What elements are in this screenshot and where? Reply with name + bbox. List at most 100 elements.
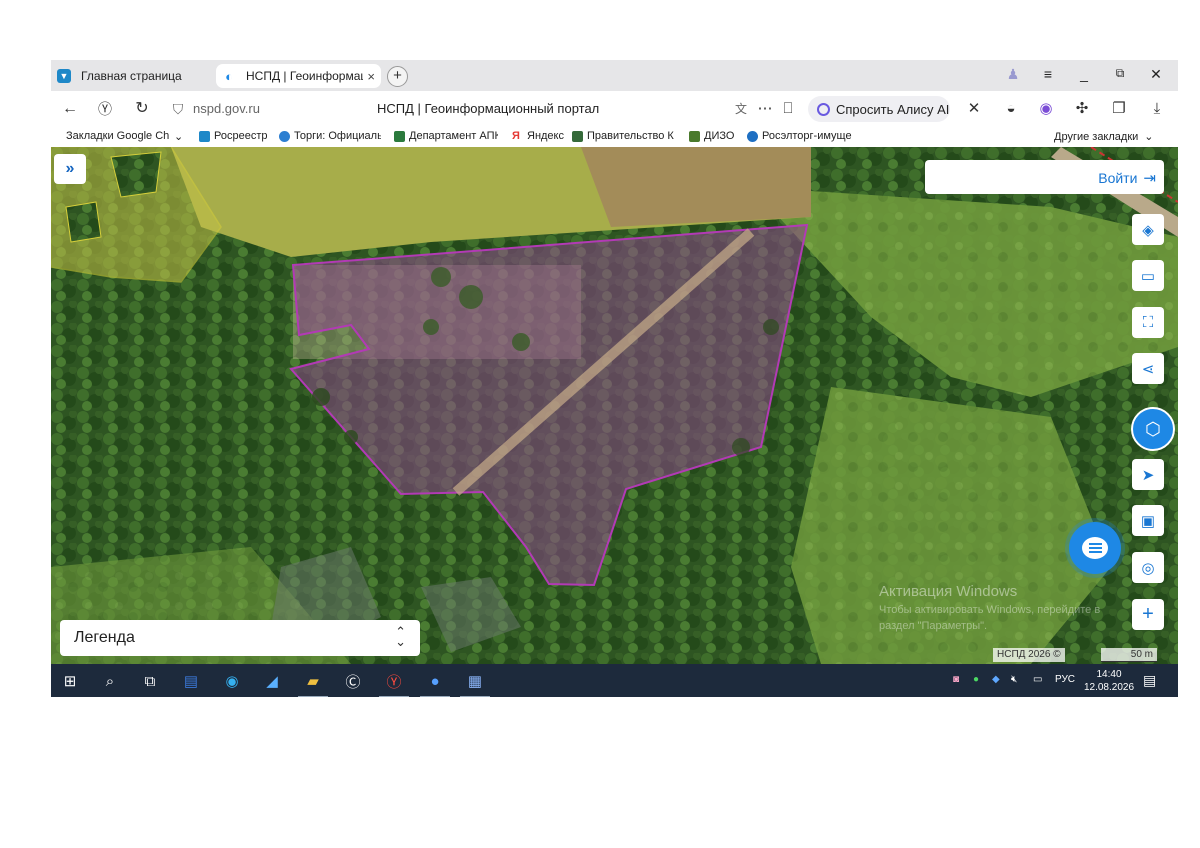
profile-icon[interactable]: ♟ — [1002, 66, 1024, 83]
download-icon[interactable]: ⤓ — [1148, 100, 1166, 118]
new-tab-button[interactable]: + — [387, 66, 408, 87]
volume-muted-icon[interactable]: 🔇︎ — [1011, 674, 1017, 685]
other-bookmarks[interactable]: Другие закладки ⌄ — [1054, 130, 1154, 144]
chat-button[interactable] — [1069, 522, 1121, 574]
location-pin-icon: ◎ — [1141, 559, 1155, 577]
ask-alice-button[interactable]: Спросить Алису AI — [808, 96, 950, 122]
clock-date: 12.08.2026 — [1083, 682, 1135, 693]
layers-button[interactable]: ◈ — [1132, 214, 1164, 245]
system-clock[interactable]: 14:40 12.08.2026 — [1081, 668, 1137, 694]
windows-taskbar: ⊞ ⌕ ⧉ ▤ ◉ ◢ ▰ Ⓒ Ⓨ ● ▦ ◙ ● ◆ 🔇︎ ▭ РУС 14:… — [51, 664, 1178, 697]
nspd-tab-icon: ◐ — [222, 69, 236, 84]
legend-panel[interactable]: Легенда ⌃ ⌄ — [60, 620, 420, 656]
tray-green-icon[interactable]: ● — [973, 674, 979, 685]
area-select-button[interactable]: ⛶ — [1132, 307, 1164, 338]
gosuslugi-tab-icon: ▼ — [57, 69, 71, 83]
shield-icon[interactable]: ⛉ — [169, 100, 187, 118]
login-label: Войти — [1098, 170, 1138, 186]
bookmark-torgi[interactable]: Торги: Официальн — [279, 130, 381, 142]
tab-strip: ▼ Главная страница ◐ НСПД | Геоинформаци… — [51, 60, 1178, 91]
tray-app-icon[interactable]: ◙ — [953, 674, 959, 685]
tab-title: Главная страница — [81, 69, 182, 83]
ruler-button[interactable]: ▭ — [1132, 260, 1164, 291]
more-icon[interactable]: ⋯ — [756, 100, 774, 118]
tab-nspd[interactable]: ◐ НСПД | Геоинформационный портал × — [216, 64, 381, 88]
language-indicator[interactable]: РУС — [1055, 674, 1075, 685]
start-icon[interactable]: ⊞ — [59, 670, 81, 692]
search-icon[interactable]: ⌕ — [99, 670, 121, 692]
clock-time: 14:40 — [1096, 669, 1122, 680]
windows-activation-line2: раздел "Параметры". — [879, 620, 988, 632]
reload-icon[interactable]: ↻ — [133, 100, 151, 118]
chat-icon — [1082, 537, 1108, 559]
address-page-title[interactable]: НСПД | Геоинформационный портал — [377, 101, 599, 116]
rosreestr-icon — [199, 130, 210, 142]
document-app-icon[interactable]: ▦ — [460, 670, 490, 697]
windows-activation-line1: Чтобы активировать Windows, перейдите в — [879, 604, 1101, 616]
map-viewport[interactable]: » Войти ⇥ ◈ ▭ ⛶ ⋖ ⬡ ➤ ▣ ◎ + Активация Wi… — [51, 147, 1178, 664]
share-icon: ⋖ — [1141, 360, 1155, 378]
collections-icon[interactable]: ❐ — [1110, 100, 1128, 118]
dizo-icon — [689, 130, 700, 142]
bookmark-roseltorg[interactable]: Росэлторг-имуще — [747, 130, 853, 142]
address-bar-row: ← Ⓨ ↻ ⛉ nspd.gov.ru НСПД | Геоинформацио… — [51, 91, 1178, 127]
translate-icon[interactable]: 文 — [732, 100, 750, 118]
bookmark-yandex[interactable]: Я Яндекс — [512, 130, 564, 142]
bookmark-government[interactable]: Правительство К — [572, 130, 678, 142]
tab-main-page[interactable]: ▼ Главная страница — [57, 64, 212, 88]
layers-icon: ◈ — [1142, 221, 1154, 239]
login-arrow-icon: ⇥ — [1143, 170, 1156, 187]
alice-icon — [817, 102, 830, 116]
department-icon — [394, 130, 405, 142]
restore-button[interactable]: ⧉ — [1109, 66, 1131, 81]
blue-app-icon[interactable]: ● — [420, 670, 450, 697]
extension-target-icon[interactable]: ◉ — [1037, 100, 1055, 118]
yandex-home-icon[interactable]: Ⓨ — [96, 100, 114, 118]
back-icon[interactable]: ← — [61, 100, 79, 118]
windows-activation-title: Активация Windows — [879, 583, 1018, 600]
area-select-icon: ⛶ — [1142, 314, 1154, 331]
extension-x-icon[interactable]: ✕ — [965, 100, 983, 118]
expand-panel-button[interactable]: » — [54, 154, 86, 184]
tray-shield-icon[interactable]: ◆ — [992, 674, 1000, 685]
navigate-icon: ➤ — [1141, 466, 1155, 484]
minimize-button[interactable]: _ — [1073, 66, 1095, 82]
bookmark-dizo[interactable]: ДИЗО — [689, 130, 734, 142]
window-button[interactable]: ▣ — [1132, 505, 1164, 536]
roseltorg-icon — [747, 130, 758, 142]
legend-label: Легенда — [74, 629, 135, 646]
extensions-puzzle-icon[interactable]: ✣ — [1073, 100, 1091, 118]
share-button[interactable]: ⋖ — [1132, 353, 1164, 384]
network-icon[interactable]: ▭ — [1033, 674, 1042, 685]
screen: ▼ Главная страница ◐ НСПД | Геоинформаци… — [51, 60, 1178, 697]
ask-alice-label: Спросить Алису AI — [836, 101, 950, 117]
file-explorer-icon[interactable]: ▰ — [298, 670, 328, 697]
map-scale: 50 m — [1101, 648, 1157, 662]
close-window-button[interactable]: ✕ — [1145, 66, 1167, 83]
notifications-icon[interactable]: ▤ — [1143, 672, 1156, 689]
close-tab-icon[interactable]: × — [367, 69, 375, 84]
location-button[interactable]: ◎ — [1132, 552, 1164, 583]
task-view-icon[interactable]: ⧉ — [139, 670, 161, 692]
bookmark-rosreestr[interactable]: Росреестр — [199, 130, 267, 142]
zoom-in-button[interactable]: + — [1132, 599, 1164, 630]
save-app-icon[interactable]: ▤ — [180, 670, 202, 692]
extension-bowl-icon[interactable]: ◒ — [1002, 100, 1020, 118]
chevron-down-icon: ⌄ — [1144, 131, 1154, 143]
feather-app-icon[interactable]: ◢ — [261, 670, 283, 692]
bookmark-folder-chevron[interactable]: ⌄ — [174, 130, 183, 143]
bookmark-apk[interactable]: Департамент АПК — [394, 130, 498, 142]
bookmarks-bar: Закладки Google Ch ⌄ Росреестр Торги: Оф… — [51, 127, 1178, 147]
map-attribution: НСПД 2026 © — [993, 648, 1065, 662]
bookmark-google[interactable]: Закладки Google Ch — [66, 130, 170, 142]
tab-title: НСПД | Геоинформационный портал — [246, 69, 363, 83]
bookmark-icon[interactable]: ⎕ — [779, 100, 797, 118]
edge-icon[interactable]: ◉ — [221, 670, 243, 692]
c-app-icon[interactable]: Ⓒ — [342, 670, 364, 692]
navigate-button[interactable]: ➤ — [1132, 459, 1164, 490]
login-button[interactable]: Войти ⇥ — [1098, 169, 1156, 187]
gosuslugi-button[interactable]: ⬡ — [1131, 407, 1175, 451]
menu-icon[interactable]: ≡ — [1037, 66, 1059, 82]
yandex-browser-icon[interactable]: Ⓨ — [379, 670, 409, 697]
address-domain[interactable]: nspd.gov.ru — [193, 101, 260, 116]
